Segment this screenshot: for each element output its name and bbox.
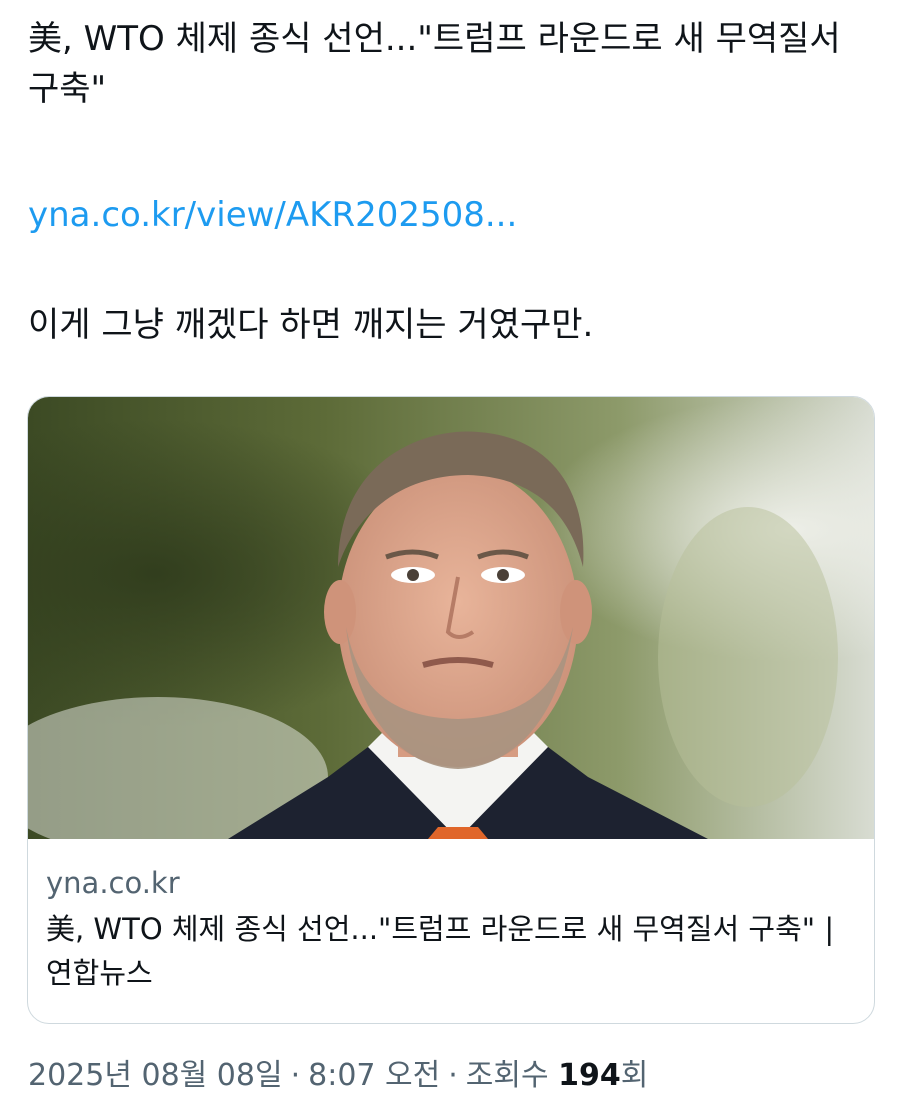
views-suffix: 회	[620, 1058, 649, 1093]
views-count: 194	[558, 1058, 621, 1093]
link-preview-card[interactable]: yna.co.kr 美, WTO 체제 종식 선언..."트럼프 라운드로 새 …	[27, 396, 875, 1024]
separator-dot: ·	[448, 1058, 458, 1093]
tweet-timestamp: 2025년 08월 08일 · 8:07 오전 · 조회수 194회	[28, 1054, 648, 1098]
separator-dot: ·	[290, 1058, 301, 1093]
card-image[interactable]	[28, 397, 874, 839]
tweet-comment: 이게 그냥 깨겠다 하면 깨지는 거였구만.	[28, 305, 594, 345]
tweet-time[interactable]: 8:07 오전	[308, 1058, 440, 1093]
tweet-date[interactable]: 2025년 08월 08일	[28, 1058, 283, 1093]
tweet-text: 美, WTO 체제 종식 선언..."트럼프 라운드로 새 무역질서 구축"	[28, 19, 841, 109]
article-link[interactable]: yna.co.kr/view/AKR202508...	[28, 190, 517, 240]
card-title[interactable]: 美, WTO 체제 종식 선언..."트럼프 라운드로 새 무역질서 구축" |…	[46, 907, 856, 995]
card-domain: yna.co.kr	[46, 866, 180, 900]
views-label: 조회수	[465, 1058, 549, 1093]
